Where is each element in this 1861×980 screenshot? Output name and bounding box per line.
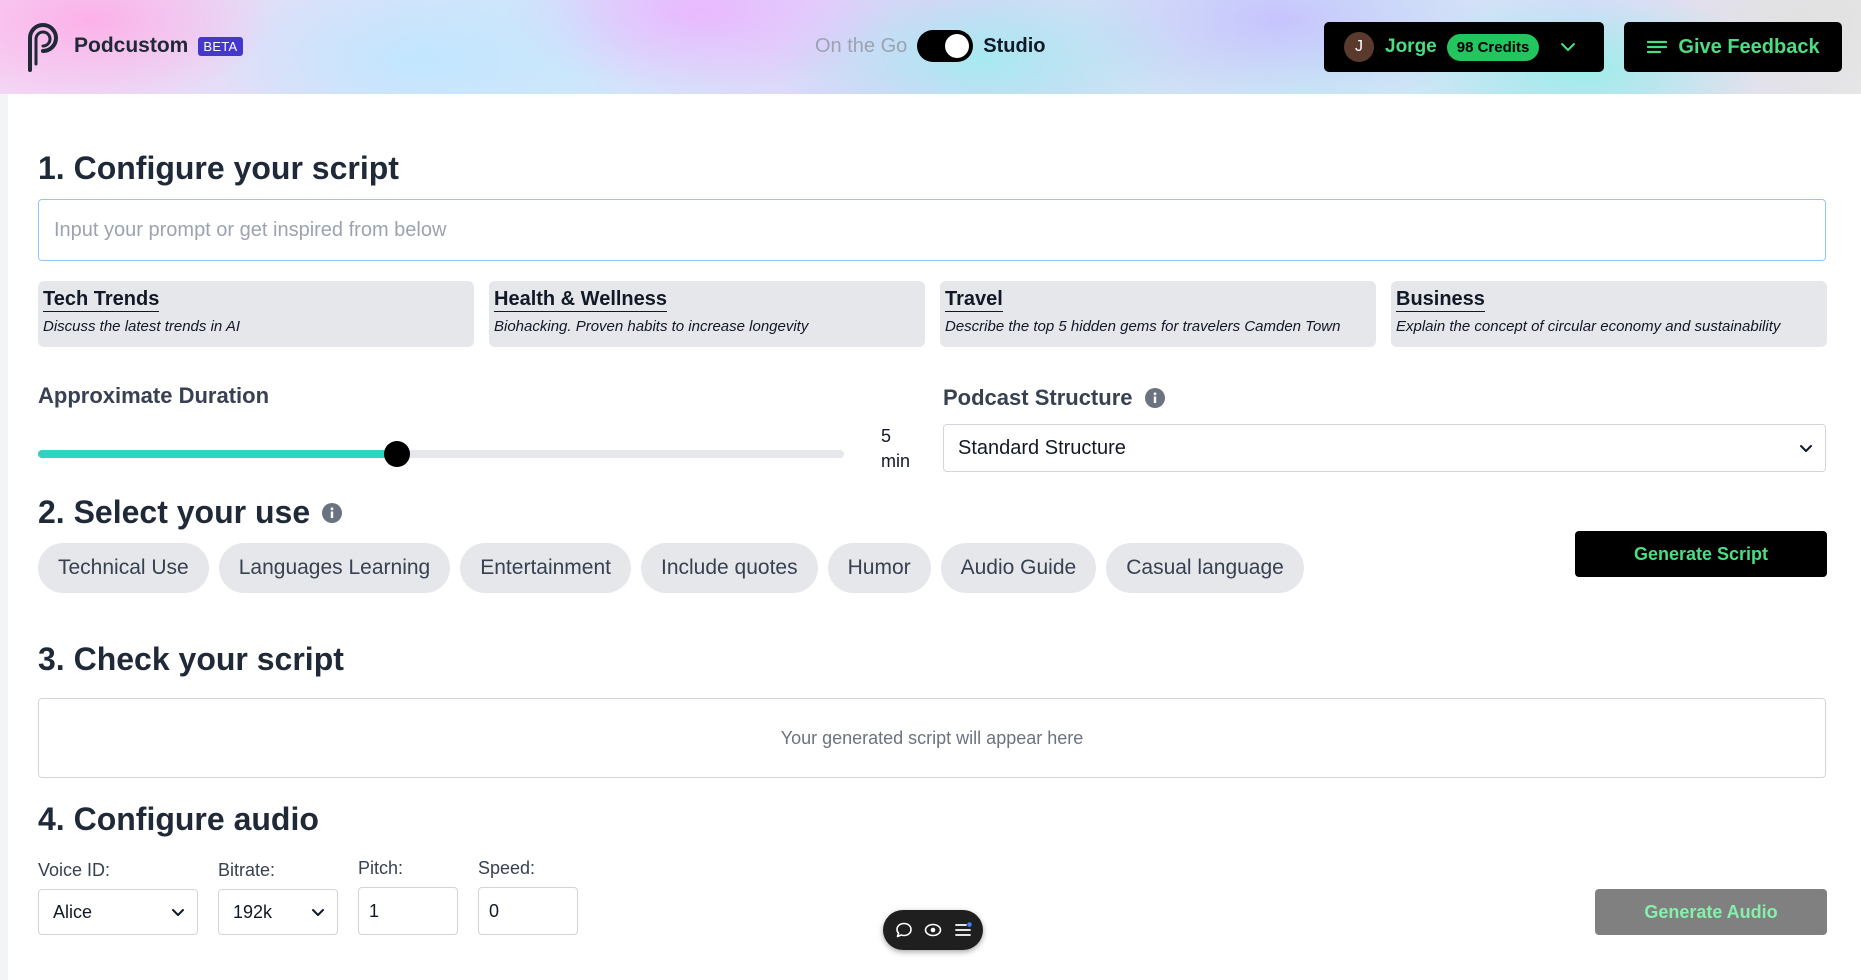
- menu-lines-icon: [1647, 40, 1668, 54]
- inspiration-card-health-wellness[interactable]: Health & Wellness Biohacking. Proven hab…: [489, 281, 925, 347]
- card-title: Tech Trends: [43, 288, 160, 312]
- toggle-knob: [945, 34, 970, 58]
- section-configure-audio-title: 4. Configure audio: [38, 801, 319, 837]
- pitch-value: 1: [369, 900, 380, 921]
- use-pill-technical[interactable]: Technical Use: [38, 543, 209, 593]
- bitrate-label: Bitrate:: [218, 860, 276, 880]
- speed-value: 0: [489, 900, 500, 921]
- script-output-box[interactable]: Your generated script will appear here: [38, 698, 1826, 778]
- card-description: Biohacking. Proven habits to increase lo…: [494, 318, 809, 335]
- structure-label: Podcast Structure: [943, 385, 1133, 410]
- use-pill-entertainment[interactable]: Entertainment: [460, 543, 631, 593]
- give-feedback-label: Give Feedback: [1678, 35, 1820, 58]
- list-icon[interactable]: [954, 921, 972, 939]
- voice-id-select[interactable]: Alice: [38, 889, 198, 935]
- bitrate-select[interactable]: 192k: [218, 889, 338, 935]
- mode-toggle[interactable]: [917, 30, 974, 62]
- bitrate-value: 192k: [233, 901, 273, 922]
- slider-fill: [38, 450, 397, 458]
- duration-unit: min: [881, 451, 911, 471]
- duration-label: Approximate Duration: [38, 383, 270, 408]
- pitch-label: Pitch:: [358, 858, 404, 878]
- use-pill-include-quotes[interactable]: Include quotes: [641, 543, 818, 593]
- inspiration-card-tech-trends[interactable]: Tech Trends Discuss the latest trends in…: [38, 281, 474, 347]
- brand-name: Podcustom: [74, 34, 189, 57]
- card-description: Describe the top 5 hidden gems for trave…: [945, 318, 1341, 335]
- section-select-use-title: 2. Select your use: [38, 494, 311, 530]
- structure-select[interactable]: Standard Structure: [943, 424, 1826, 472]
- duration-slider[interactable]: [38, 440, 844, 468]
- give-feedback-button[interactable]: Give Feedback: [1624, 22, 1842, 72]
- generate-script-button[interactable]: Generate Script: [1575, 531, 1827, 577]
- use-pill-humor[interactable]: Humor: [827, 543, 931, 593]
- beta-badge: BETA: [198, 36, 243, 56]
- section-check-script-title: 3. Check your script: [38, 641, 344, 677]
- section-select-use-header: 2. Select your use: [38, 494, 343, 531]
- script-placeholder: Your generated script will appear here: [780, 727, 1084, 748]
- use-pills: Technical Use Languages Learning Enterta…: [38, 543, 1304, 593]
- mode-studio-label[interactable]: Studio: [983, 35, 1045, 58]
- user-menu[interactable]: J Jorge 98 Credits: [1324, 22, 1604, 72]
- podcustom-logo-icon: [28, 23, 58, 72]
- duration-number: 5: [881, 426, 892, 446]
- floating-toolbar: [883, 910, 983, 950]
- structure-label-row: Podcast Structure: [943, 385, 1165, 411]
- speed-input[interactable]: 0: [478, 887, 578, 935]
- use-pill-casual-language[interactable]: Casual language: [1106, 543, 1304, 593]
- duration-value: 5 min: [881, 424, 910, 474]
- credits-badge: 98 Credits: [1446, 33, 1540, 61]
- top-header: Podcustom BETA On the Go Studio J Jorge …: [0, 0, 1861, 94]
- chat-bubble-icon[interactable]: [895, 921, 913, 939]
- voice-id-value: Alice: [53, 901, 93, 922]
- mode-switch: On the Go Studio: [815, 30, 1046, 62]
- structure-select-value: Standard Structure: [958, 436, 1126, 459]
- slider-thumb[interactable]: [383, 441, 410, 467]
- logo[interactable]: Podcustom BETA: [22, 18, 243, 74]
- inspiration-card-business[interactable]: Business Explain the concept of circular…: [1391, 281, 1827, 347]
- avatar: J: [1344, 32, 1374, 62]
- card-title: Health & Wellness: [494, 288, 668, 312]
- info-icon[interactable]: [1144, 388, 1165, 408]
- user-name: Jorge: [1385, 36, 1437, 57]
- speed-label: Speed:: [478, 858, 536, 878]
- main-card: 1. Configure your script Tech Trends Dis…: [8, 94, 1861, 980]
- chevron-down-icon: [1800, 445, 1812, 452]
- info-icon[interactable]: [322, 502, 343, 523]
- use-pill-languages-learning[interactable]: Languages Learning: [218, 543, 451, 593]
- chevron-down-icon: [172, 909, 184, 916]
- voice-id-label: Voice ID:: [38, 860, 111, 880]
- section-configure-script-title: 1. Configure your script: [38, 150, 399, 186]
- use-pill-audio-guide[interactable]: Audio Guide: [940, 543, 1097, 593]
- generate-audio-button[interactable]: Generate Audio: [1595, 889, 1827, 935]
- card-title: Business: [1396, 288, 1485, 312]
- prompt-input[interactable]: [38, 199, 1826, 261]
- card-description: Discuss the latest trends in AI: [43, 318, 241, 335]
- inspiration-card-travel[interactable]: Travel Describe the top 5 hidden gems fo…: [940, 281, 1376, 347]
- chevron-down-icon[interactable]: [1559, 38, 1577, 56]
- mode-on-the-go-label[interactable]: On the Go: [815, 35, 907, 58]
- card-description: Explain the concept of circular economy …: [1396, 318, 1781, 335]
- card-title: Travel: [945, 288, 1003, 312]
- inspiration-cards: Tech Trends Discuss the latest trends in…: [38, 281, 1827, 347]
- eye-icon[interactable]: [924, 921, 942, 939]
- chevron-down-icon: [312, 909, 324, 916]
- pitch-input[interactable]: 1: [358, 887, 458, 935]
